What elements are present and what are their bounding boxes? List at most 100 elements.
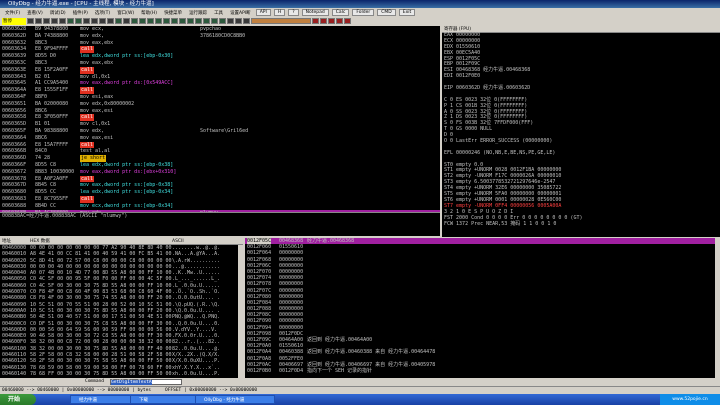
menu-button[interactable]: Calc (331, 9, 350, 16)
address: 00603664 (2, 134, 27, 141)
toolbar-button[interactable] (139, 18, 146, 24)
toolbar-button[interactable] (320, 18, 327, 24)
disasm-row[interactable]: 00603639 8D55 D0 lea edx,dword ptr ss:[ebp… (0, 53, 440, 60)
disasm-row[interactable]: 0060364F 8BF0 mov esi,eax (0, 94, 440, 101)
toolbar-button[interactable] (243, 18, 250, 24)
toolbar-button[interactable] (328, 18, 335, 24)
command-input[interactable]: GetDlgItemTextA (110, 379, 182, 385)
stack-row[interactable]: 0012F0B0 0012F0D4 指向下一个 SEH 记录的指针 (245, 368, 720, 374)
toolbar-button[interactable] (67, 18, 74, 24)
start-button[interactable]: 开始 (0, 394, 36, 405)
toolbar-button[interactable] (344, 18, 351, 24)
toolbar-button[interactable] (179, 18, 186, 24)
toolbar-button[interactable] (195, 18, 202, 24)
toolbar-button[interactable] (312, 18, 319, 24)
disasm-row[interactable]: 00603634 E8 9F94FFFF call (0, 46, 440, 54)
disasm-row[interactable]: 00603658 E8 3F050FFF call (0, 114, 440, 122)
menu-button[interactable]: H (273, 9, 286, 16)
dump-pane[interactable]: 地址 HEX 数据 ASCII 00460000 00 00 00 00 00 0… (0, 238, 243, 378)
disasm-row[interactable]: 0060365F BA 98388800 mov edx, Software\Gril… (0, 128, 440, 135)
disasm-row[interactable]: 00603628 B9 94378800 mov ecx, pvpchao (0, 26, 440, 33)
disasm-row[interactable]: 0060366F 8D55 C8 lea edx,dword ptr ss:[ebp… (0, 162, 440, 169)
menu-button[interactable]: Exit (398, 9, 416, 16)
hex-bytes: 8B4D CC (35, 202, 57, 209)
menu-item[interactable]: 调试(D) (48, 10, 68, 16)
toolbar-button[interactable] (187, 18, 194, 24)
disasm-row[interactable]: 00603680 8D55 CC lea edx,dword ptr ss:[ebp… (0, 189, 440, 196)
command-value: GetDlgItemTextA (111, 380, 152, 385)
toolbar-button[interactable] (131, 18, 138, 24)
menu-button[interactable]: ? (288, 9, 299, 16)
toolbar-button[interactable] (211, 18, 218, 24)
stack-scrollbar[interactable] (715, 238, 720, 378)
toolbar-button[interactable] (59, 18, 66, 24)
toolbar-button[interactable] (336, 18, 343, 24)
disasm-row[interactable]: 0060362D BA 74388800 mov edx, 3786180CD0C8B… (0, 33, 440, 40)
toolbar-button[interactable] (219, 18, 226, 24)
disasm-row[interactable]: 0060366D 74 28 je short (0, 155, 440, 162)
menu-item[interactable]: 运行跟踪 (187, 10, 209, 16)
menu-item[interactable]: 快捷菜单 (162, 10, 184, 16)
menu-item[interactable]: 选项(T) (93, 10, 112, 16)
dump-row[interactable]: 00460140 78 68 FF 00 30 00 30 75 8D 55 A8… (0, 371, 243, 377)
toolbar-button[interactable] (171, 18, 178, 24)
registers-pane[interactable]: 寄存器 (FPU) EAX 00000000 ECX 00000000 EDX 01… (442, 26, 720, 237)
toolbar-button[interactable] (107, 18, 114, 24)
stack-pane[interactable]: 0012F05C 00468368 经力牛逼.00468368 0012F060 015… (245, 238, 720, 378)
menu-item[interactable]: 插件(P) (71, 10, 90, 16)
dump-scrollbar[interactable] (238, 245, 243, 378)
disasm-row[interactable]: 00603664 8BC6 mov eax,esi (0, 135, 440, 142)
toolbar-button[interactable] (99, 18, 106, 24)
disasm-row[interactable]: 0060363C 8BC3 mov eax,ebx (0, 60, 440, 67)
toolbar-button[interactable] (227, 18, 234, 24)
toolbar-button[interactable] (155, 18, 162, 24)
address: 00603656 (2, 107, 27, 114)
toolbar-button[interactable] (163, 18, 170, 24)
disassembly-pane[interactable]: 00603628 B9 94378800 mov ecx, pvpchao 006036… (0, 26, 440, 212)
hex-bytes: E8 1555F1FF (35, 87, 69, 94)
system-tray: www.52pojie.cn (660, 394, 720, 405)
toolbar-button[interactable] (115, 18, 122, 24)
disasm-row[interactable]: 00603645 A1 CC9A5400 mov eax,dword ptr ds:… (0, 80, 440, 87)
toolbar-button[interactable] (51, 18, 58, 24)
disasm-row[interactable]: 00603656 8BC6 mov eax,esi (0, 108, 440, 115)
disasm-row[interactable]: 0060365D B1 01 mov cl,0x1 (0, 121, 440, 128)
toolbar-button[interactable] (91, 18, 98, 24)
disasm-row[interactable]: 00603678 E8 A0F2A0FF call (0, 175, 440, 183)
toolbar-button[interactable] (123, 18, 130, 24)
toolbar-button[interactable] (75, 18, 82, 24)
disasm-row[interactable]: 00603683 E8 8C7955FF call (0, 195, 440, 203)
menu-button[interactable]: API (255, 9, 271, 16)
menu-item[interactable]: 文件(F) (3, 10, 22, 16)
toolbar-button[interactable] (235, 18, 242, 24)
menu-item[interactable]: 窗口(W) (115, 10, 136, 16)
disasm-row[interactable]: 00603666 E8 15A7FFFF call (0, 141, 440, 149)
toolbar-button[interactable] (43, 18, 50, 24)
menu-button[interactable]: Notepad (301, 9, 329, 16)
disasm-row[interactable]: 00603688 8B4D CC mov ecx,dword ptr ss:[ebp… (0, 203, 440, 210)
disasm-row[interactable]: 0060367D 8B45 C8 mov eax,dword ptr ss:[ebp… (0, 182, 440, 189)
menu-item[interactable]: 设置API断 (228, 10, 253, 16)
register-line[interactable]: FCW 1372 Prec NEAR,53 掩码 1 1 0 0 1 0 (442, 221, 720, 228)
disasm-row[interactable]: 00603651 BA 02000080 mov edx,0x80000002 (0, 101, 440, 108)
menu-item[interactable]: 帮助(H) (139, 10, 159, 16)
disasm-row[interactable]: 0060364A E8 1555F1FF call (0, 87, 440, 94)
toolbar-button[interactable] (251, 18, 311, 24)
disasm-row[interactable]: 00603632 8BC3 mov eax,ebx (0, 40, 440, 47)
menu-item[interactable]: 工具 (212, 10, 225, 16)
value: 0012F0D4 (279, 367, 304, 374)
menu-button[interactable]: Folder (352, 9, 375, 16)
disasm-row[interactable]: 00603672 8B83 10030000 mov eax,dword ptr d… (0, 169, 440, 176)
toolbar-button[interactable] (203, 18, 210, 24)
toolbar-button[interactable] (147, 18, 154, 24)
toolbar: 暂停 (0, 17, 720, 25)
toolbar-button[interactable] (35, 18, 42, 24)
menu-button[interactable]: CMD (377, 9, 396, 16)
disasm-row[interactable]: 0060366B 84C0 test al,al (0, 148, 440, 155)
disasm-row[interactable]: 0060363E E8 15F2A0FF call (0, 66, 440, 74)
disasm-row[interactable]: 00603643 B2 01 mov dl,0x1 (0, 74, 440, 81)
task-item[interactable]: OllyDbg - 经力牛逼 (195, 395, 275, 404)
menu-item[interactable]: 查看(V) (25, 10, 45, 16)
toolbar-button[interactable] (27, 18, 34, 24)
toolbar-button[interactable] (83, 18, 90, 24)
